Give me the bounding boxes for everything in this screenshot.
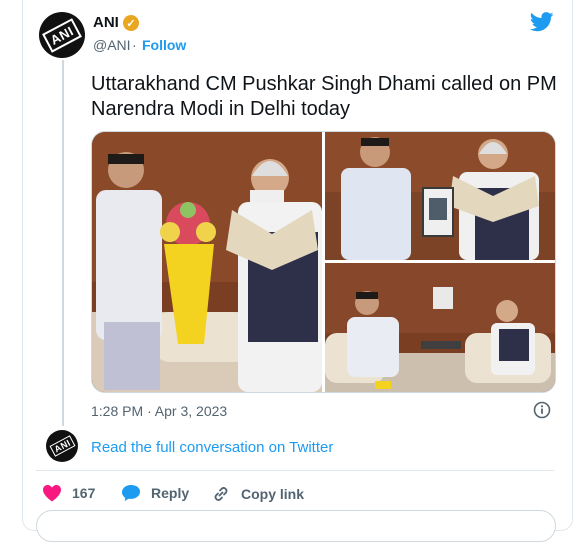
handle-separator: · [132,37,137,53]
photo-seated[interactable] [325,263,555,392]
reply-bubble-icon [122,485,140,501]
read-replies-pill[interactable] [36,510,556,542]
verified-badge-icon: ✓ [123,15,139,31]
photo-presentation[interactable] [325,132,555,260]
author-name[interactable]: ANI [93,14,119,31]
like-button[interactable]: 167 [42,484,95,502]
actions-divider [36,470,554,471]
like-count: 167 [72,485,96,501]
photo-bouquet[interactable] [92,132,322,392]
copy-link-button[interactable]: Copy link [211,484,304,504]
tweet-timestamp[interactable]: 1:28 PM · Apr 3, 2023 [91,403,227,419]
author-handle[interactable]: @ANI [93,37,131,53]
tweet-text: Uttarakhand CM Pushkar Singh Dhami calle… [91,73,557,120]
copy-link-label: Copy link [241,486,305,502]
reply-author-avatar[interactable]: ANI [46,430,78,462]
avatar-logo-text: ANI [42,17,82,53]
thread-line [62,60,64,426]
link-icon [214,487,228,501]
avatar-small-logo-text: ANI [49,435,75,457]
reply-label: Reply [151,485,190,501]
twitter-bird-icon[interactable] [530,12,554,32]
author-avatar[interactable]: ANI [39,12,85,58]
info-icon[interactable] [533,401,551,419]
tweet-media-grid[interactable] [91,131,556,393]
follow-button[interactable]: Follow [142,37,186,53]
heart-icon [43,485,61,502]
reply-button[interactable]: Reply [121,484,189,502]
read-conversation-link[interactable]: Read the full conversation on Twitter [91,439,333,456]
